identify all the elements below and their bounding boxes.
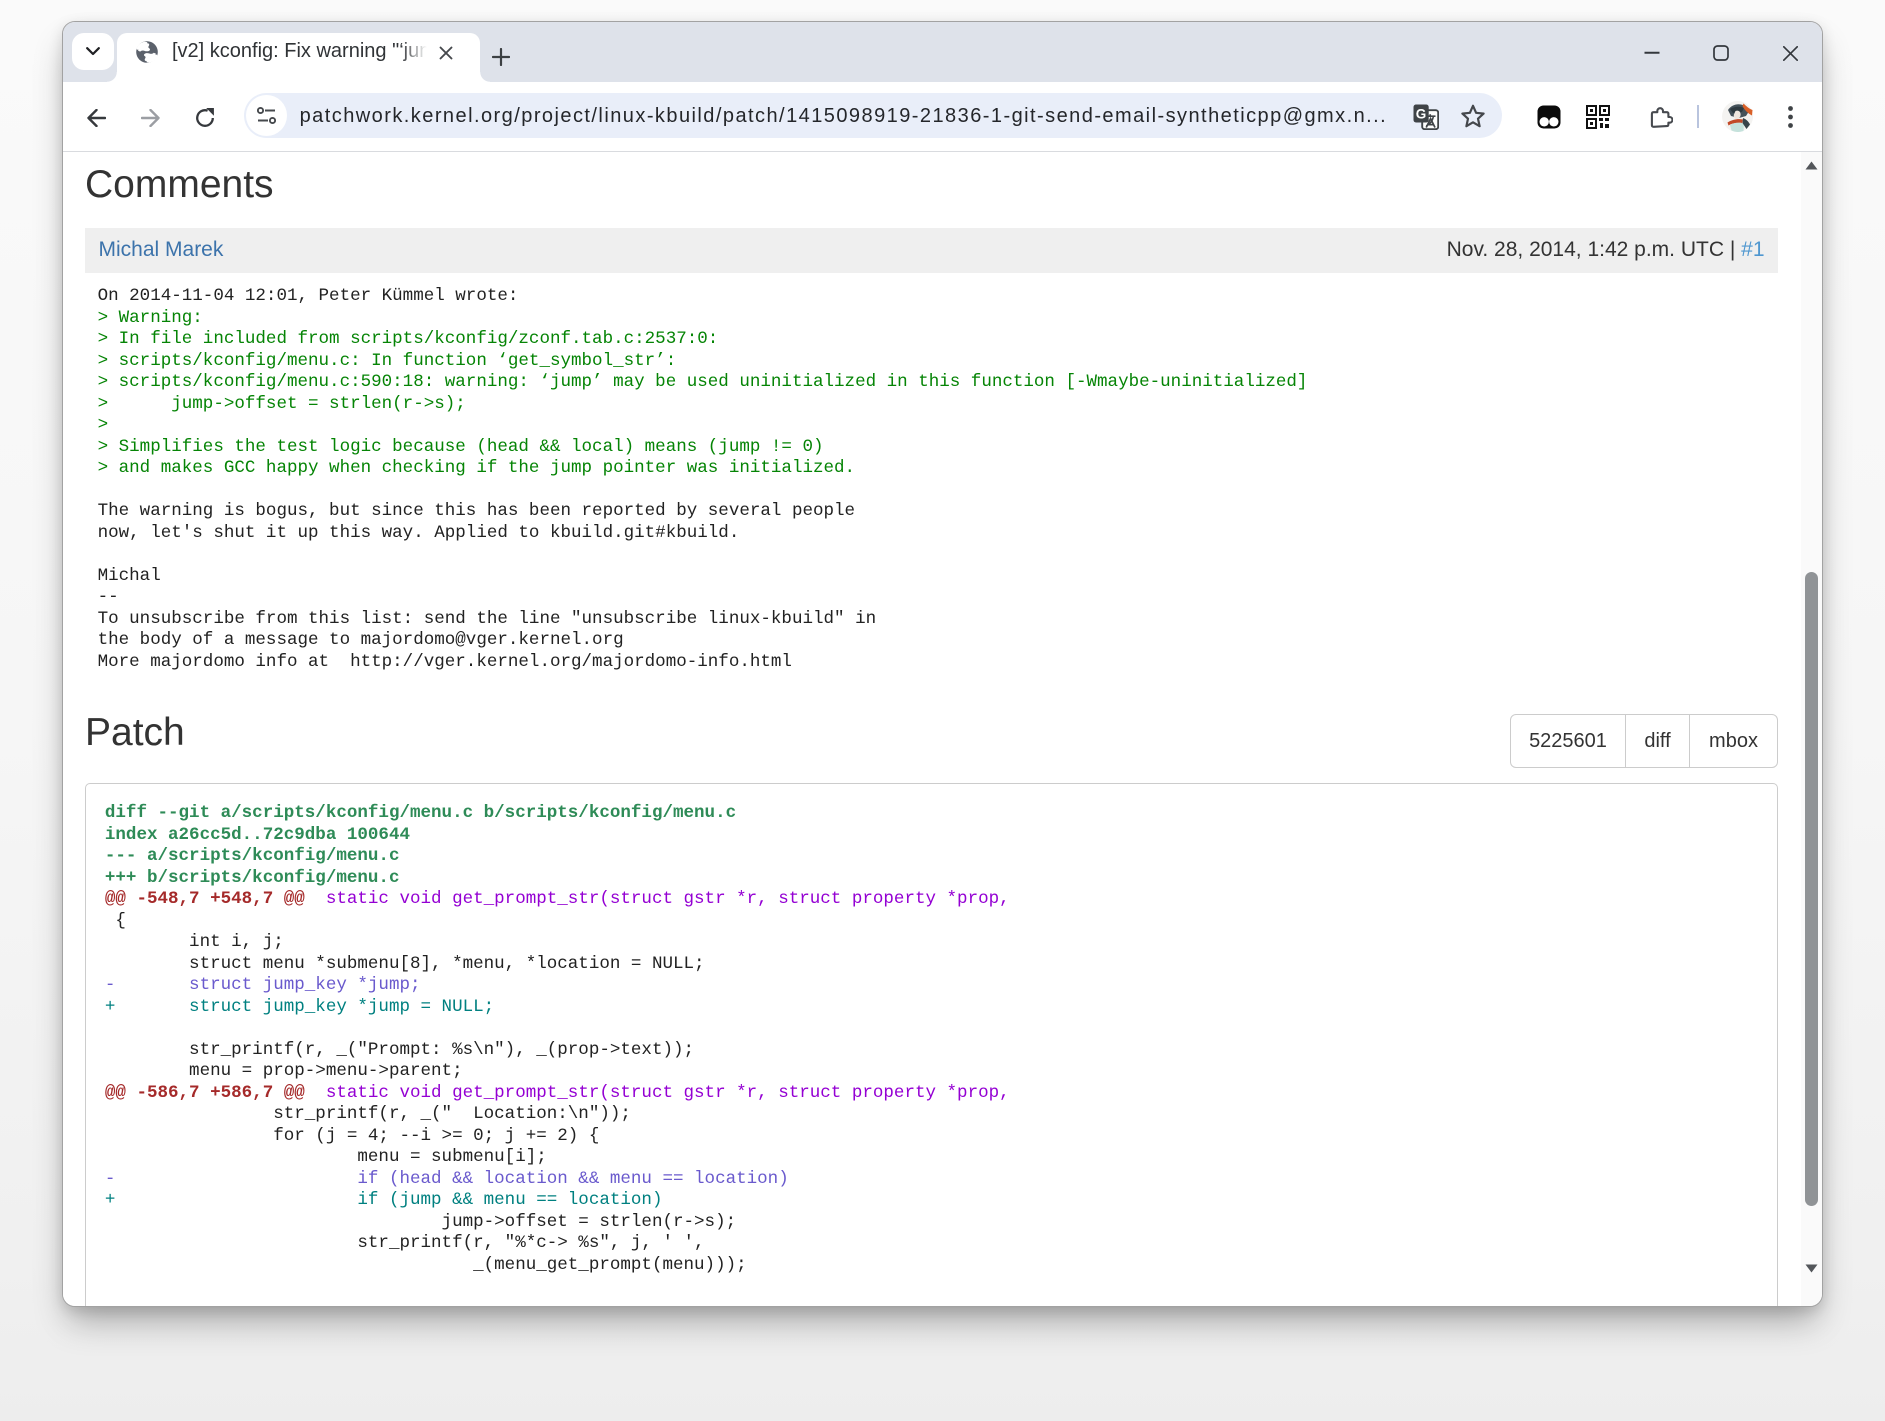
svg-text:G: G xyxy=(1415,106,1426,121)
